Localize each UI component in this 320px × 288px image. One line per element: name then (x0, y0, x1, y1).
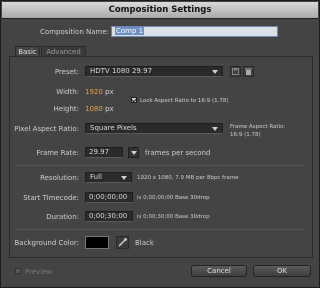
resolution-label: Resolution: (40, 174, 79, 182)
start-timecode-input[interactable]: 0;00;00;00 (85, 192, 133, 203)
height-value: 1080 (85, 105, 103, 113)
divider (17, 165, 305, 166)
frame-rate-unit: frames per second (145, 149, 211, 157)
height-label: Height: (53, 105, 80, 113)
frame-aspect-label: Frame Aspect Ratio: (230, 124, 286, 130)
pixel-aspect-label: Pixel Aspect Ratio: (14, 125, 79, 133)
duration-label: Duration: (46, 213, 79, 221)
save-preset-button[interactable] (230, 66, 241, 77)
frame-rate-input[interactable]: 29.97 (85, 147, 123, 158)
resolution-value: Full (90, 173, 102, 181)
cancel-button[interactable]: Cancel (191, 265, 247, 277)
background-color-swatch[interactable] (85, 236, 109, 249)
frame-aspect-value: 16:9 (1.78) (230, 132, 261, 138)
chevron-down-icon (121, 176, 127, 180)
eyedropper-icon (118, 238, 127, 247)
width-label: Width: (56, 88, 79, 96)
chevron-down-icon (212, 127, 218, 131)
preset-label: Preset: (54, 68, 79, 76)
preview-label: Preview (25, 268, 53, 276)
pixel-aspect-value: Square Pixels (90, 124, 137, 132)
basic-settings-panel (9, 56, 313, 258)
chevron-down-icon (212, 70, 218, 74)
composition-name-input[interactable]: Comp 1 (111, 26, 278, 37)
eyedropper-button[interactable] (116, 236, 129, 249)
composition-name-label: Composition Name: (40, 28, 109, 36)
width-value: 1920 (85, 88, 103, 96)
preset-value: HDTV 1080 29.97 (90, 67, 153, 75)
width-unit: px (105, 88, 114, 96)
pixel-aspect-dropdown[interactable]: Square Pixels (85, 123, 223, 134)
trash-icon (245, 68, 252, 75)
width-field[interactable]: 1920 px (85, 88, 114, 96)
frame-rate-label: Frame Rate: (36, 149, 79, 157)
divider (17, 229, 305, 230)
duration-input[interactable]: 0;00;30;00 (85, 211, 133, 222)
height-unit: px (105, 105, 114, 113)
height-field[interactable]: 1080 px (85, 105, 114, 113)
start-timecode-label: Start Timecode: (23, 194, 79, 202)
dialog-title: Composition Settings (2, 2, 318, 19)
composition-name-value: Comp 1 (115, 27, 145, 35)
preset-dropdown[interactable]: HDTV 1080 29.97 (85, 66, 223, 77)
background-color-name: Black (135, 239, 154, 247)
chevron-down-icon (131, 151, 137, 155)
delete-preset-button[interactable] (243, 66, 254, 77)
background-color-label: Background Color: (14, 239, 80, 247)
preview-checkbox[interactable] (15, 268, 21, 274)
resolution-dropdown[interactable]: Full (85, 172, 132, 183)
frame-rate-menu-button[interactable] (128, 147, 139, 158)
resolution-info: 1920 x 1080, 7.9 MB per 8bpc frame (137, 175, 239, 181)
lock-aspect-checkbox[interactable] (131, 97, 137, 103)
save-preset-icon (232, 68, 239, 75)
composition-settings-dialog: Composition Settings Composition Name: C… (0, 0, 320, 288)
ok-button[interactable]: OK (253, 265, 311, 277)
duration-info: is 0;00;30;00 Base 30drop (137, 214, 210, 220)
start-timecode-info: is 0;00;00;00 Base 30drop (137, 195, 210, 201)
lock-aspect-label: Lock Aspect Ratio to 16:9 (1.78) (140, 98, 229, 104)
